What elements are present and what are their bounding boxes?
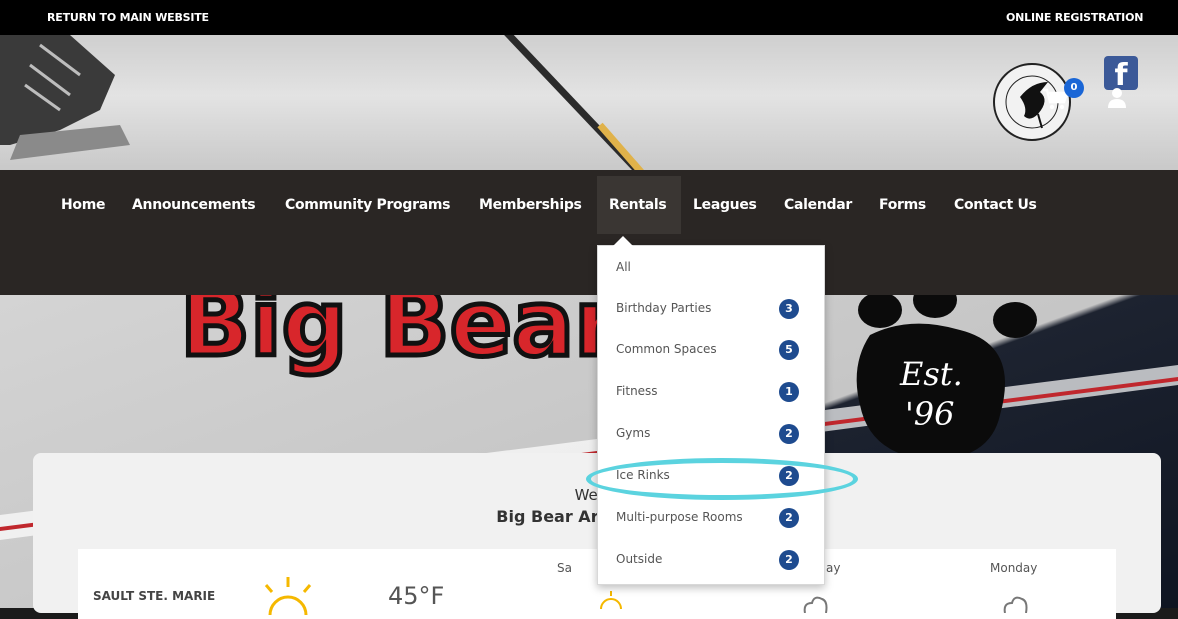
cloud-icon — [803, 596, 828, 613]
dropdown-item-common-spaces[interactable]: Common Spaces 5 — [598, 330, 824, 371]
nav-item-forms[interactable]: Forms — [879, 194, 926, 216]
return-to-main-website-link[interactable]: RETURN TO MAIN WEBSITE — [47, 11, 209, 24]
rentals-dropdown-menu: All Birthday Parties 3 Common Spaces 5 F… — [597, 236, 825, 585]
banner-headline: Big Bear — [180, 295, 620, 377]
dropdown-item-label: Gyms — [616, 426, 651, 440]
top-bar: RETURN TO MAIN WEBSITE ONLINE REGISTRATI… — [0, 0, 1178, 35]
nav-item-memberships[interactable]: Memberships — [479, 194, 582, 216]
online-registration-link[interactable]: ONLINE REGISTRATION — [1006, 11, 1143, 24]
nav-item-leagues[interactable]: Leagues — [693, 194, 757, 216]
count-badge: 3 — [779, 299, 799, 319]
count-badge: 5 — [779, 340, 799, 360]
nav-item-rentals[interactable]: Rentals — [609, 194, 667, 216]
welcome-line2: Big Bear Arena, — [496, 507, 638, 526]
nav-item-community-programs[interactable]: Community Programs — [285, 194, 450, 216]
dropdown-item-outside[interactable]: Outside 2 — [598, 540, 824, 581]
ice-rinks-highlight-ring — [586, 458, 858, 500]
dropdown-item-multi-purpose-rooms[interactable]: Multi-purpose Rooms 2 — [598, 498, 824, 539]
dropdown-arrow — [613, 236, 633, 246]
weather-day2: ay — [826, 561, 841, 575]
count-badge: 2 — [779, 508, 799, 528]
sun-icon — [264, 577, 312, 615]
hockey-stick-image — [504, 35, 645, 170]
cart-count-badge: 0 — [1064, 78, 1084, 98]
main-nav: Home Announcements Community Programs Me… — [0, 170, 1178, 295]
dropdown-item-gyms[interactable]: Gyms 2 — [598, 414, 824, 455]
facebook-icon[interactable]: f — [1104, 56, 1138, 90]
dropdown-item-fitness[interactable]: Fitness 1 — [598, 372, 824, 413]
count-badge: 2 — [779, 550, 799, 570]
count-badge: 2 — [779, 424, 799, 444]
weather-day3: Monday — [990, 561, 1038, 575]
banner-est-line2: '96 — [905, 395, 955, 433]
dropdown-item-label: Common Spaces — [616, 342, 717, 356]
weather-day1: Sa — [557, 561, 572, 575]
dropdown-item-label: Multi-purpose Rooms — [616, 510, 743, 524]
nav-item-calendar[interactable]: Calendar — [784, 194, 852, 216]
nav-item-contact-us[interactable]: Contact Us — [954, 194, 1037, 216]
banner-est-line1: Est. — [899, 355, 963, 393]
dropdown-item-all[interactable]: All — [598, 248, 824, 289]
dropdown-item-label: Outside — [616, 552, 663, 566]
dropdown-item-label: Fitness — [616, 384, 658, 398]
user-icon[interactable] — [1108, 88, 1126, 108]
cloud-icon — [1003, 596, 1028, 613]
sun-small-icon — [600, 591, 622, 609]
nav-item-home[interactable]: Home — [61, 194, 106, 216]
count-badge: 1 — [779, 382, 799, 402]
dropdown-item-label: Birthday Parties — [616, 301, 712, 315]
weather-temp: 45°F — [388, 582, 445, 610]
weather-city: SAULT STE. MARIE — [93, 589, 216, 603]
nav-item-announcements[interactable]: Announcements — [132, 194, 256, 216]
dropdown-item-label: All — [616, 260, 631, 274]
hockey-skate-image — [0, 35, 130, 160]
dropdown-item-birthday-parties[interactable]: Birthday Parties 3 — [598, 289, 824, 330]
